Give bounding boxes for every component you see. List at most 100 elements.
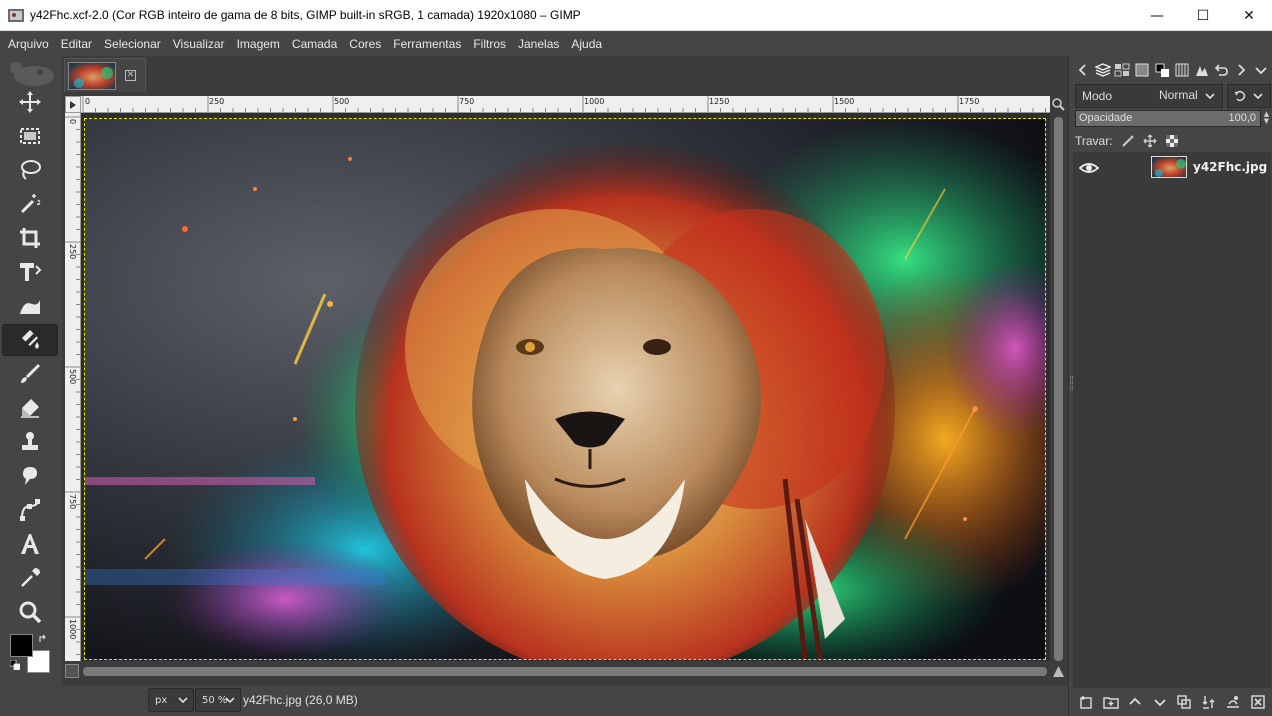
fuzzy-select-tool[interactable] xyxy=(2,188,58,220)
warp-transform-tool[interactable] xyxy=(2,290,58,322)
menu-cores[interactable]: Cores xyxy=(343,37,387,51)
menu-camada[interactable]: Camada xyxy=(286,37,343,51)
swap-colors-icon[interactable] xyxy=(38,634,48,644)
status-file-info: y42Fhc.jpg (26,0 MB) xyxy=(243,693,358,707)
chevron-right-icon xyxy=(1238,64,1246,76)
minimize-button[interactable]: — xyxy=(1134,0,1180,31)
dock-tab-layers[interactable] xyxy=(1093,60,1113,80)
vruler-label-250: 250 xyxy=(68,244,77,260)
layer-mode-selector[interactable]: Modo xyxy=(1075,84,1223,108)
maximize-button[interactable]: ☐ xyxy=(1180,0,1226,31)
rect-select-tool[interactable] xyxy=(2,120,58,152)
lower-layer-button[interactable] xyxy=(1151,693,1169,711)
lion-artwork-image xyxy=(85,119,1045,659)
delete-layer-button[interactable] xyxy=(1249,693,1267,711)
horizontal-scrollbar-thumb[interactable] xyxy=(83,667,1047,676)
smudge-tool[interactable] xyxy=(2,460,58,492)
menu-imagem[interactable]: Imagem xyxy=(231,37,286,51)
new-layer-icon xyxy=(1080,696,1092,709)
maximize-icon: ☐ xyxy=(1196,7,1210,24)
zoom-selector[interactable]: 50 % xyxy=(195,688,241,712)
unified-transform-tool[interactable] xyxy=(2,256,58,288)
menu-ferramentas[interactable]: Ferramentas xyxy=(387,37,467,51)
dock-configure-menu[interactable] xyxy=(1251,60,1271,80)
duplicate-layer-button[interactable] xyxy=(1175,693,1193,711)
menu-ajuda[interactable]: Ajuda xyxy=(565,37,608,51)
hruler-label-750: 750 xyxy=(459,97,475,106)
new-layer-button[interactable] xyxy=(1077,693,1095,711)
layer-row[interactable]: y42Fhc.jpg xyxy=(1073,154,1271,182)
new-layer-group-button[interactable] xyxy=(1102,693,1120,711)
dock-tab-brushes[interactable] xyxy=(1172,60,1192,80)
merge-layer-button[interactable] xyxy=(1200,693,1218,711)
paths-tool[interactable] xyxy=(2,494,58,526)
paintbrush-icon xyxy=(21,363,41,383)
quick-mask-toggle[interactable] xyxy=(65,664,79,678)
vertical-ruler-ticks xyxy=(65,116,80,655)
opacity-slider[interactable]: Opacidade 100,0 xyxy=(1075,110,1261,127)
dock-tabs-scroll-left[interactable] xyxy=(1073,60,1093,80)
menu-visualizar[interactable]: Visualizar xyxy=(167,37,231,51)
crop-tool[interactable] xyxy=(2,222,58,254)
lock-row: Travar: xyxy=(1075,132,1179,150)
dock-tab-paths[interactable] xyxy=(1132,60,1152,80)
image-tab[interactable]: ✕ xyxy=(64,58,146,92)
hruler-label-1500: 1500 xyxy=(834,97,855,106)
canvas[interactable] xyxy=(81,113,1050,661)
default-colors-icon[interactable] xyxy=(10,660,20,670)
dock-tab-undo[interactable] xyxy=(1212,60,1232,80)
text-tool[interactable] xyxy=(2,528,58,560)
lock-alpha-checker-icon[interactable] xyxy=(1165,134,1179,148)
dock-tabs xyxy=(1073,58,1271,82)
dock-tab-colormap[interactable] xyxy=(1152,60,1172,80)
bucket-fill-tool[interactable] xyxy=(2,324,58,356)
rect-select-icon xyxy=(20,128,40,144)
composite-mode-button[interactable] xyxy=(1227,84,1271,108)
chevron-down-icon xyxy=(225,697,235,704)
move-tool[interactable] xyxy=(2,86,58,118)
dock-tab-histogram[interactable] xyxy=(1192,60,1212,80)
title-bar: y42Fhc.xcf-2.0 (Cor RGB inteiro de gama … xyxy=(0,0,1272,31)
add-mask-button[interactable] xyxy=(1224,693,1242,711)
horizontal-ruler[interactable]: 0 250 500 750 1000 1250 1500 1750 xyxy=(81,96,1050,113)
eraser-tool[interactable] xyxy=(2,392,58,424)
vertical-scrollbar[interactable] xyxy=(1051,113,1066,661)
paintbrush-tool[interactable] xyxy=(2,358,58,390)
lasso-tool[interactable] xyxy=(2,154,58,186)
menu-editar[interactable]: Editar xyxy=(55,37,98,51)
menu-selecionar[interactable]: Selecionar xyxy=(98,37,167,51)
color-picker-tool[interactable] xyxy=(2,562,58,594)
vertical-ruler[interactable]: 0 250 500 750 1000 xyxy=(65,113,81,661)
opacity-spin-buttons[interactable]: ▲ ▼ xyxy=(1262,111,1271,126)
dock-tab-channels[interactable] xyxy=(1113,60,1133,80)
ruler-menu-button[interactable] xyxy=(65,96,81,113)
wilber-mascot-icon xyxy=(10,62,54,86)
horizontal-scrollbar[interactable] xyxy=(81,664,1050,678)
navigate-icon xyxy=(1053,666,1064,677)
clone-tool[interactable] xyxy=(2,426,58,458)
unit-selector[interactable]: px xyxy=(148,688,194,712)
layer-name: y42Fhc.jpg xyxy=(1193,160,1268,174)
close-window-button[interactable]: ✕ xyxy=(1226,0,1272,31)
close-image-tab-button[interactable]: ✕ xyxy=(125,70,136,81)
reset-icon xyxy=(1234,90,1246,102)
horizontal-ruler-ticks xyxy=(82,96,1046,112)
menu-filtros[interactable]: Filtros xyxy=(467,37,512,51)
raise-layer-button[interactable] xyxy=(1126,693,1144,711)
vruler-label-1000: 1000 xyxy=(68,619,77,640)
lock-pixels-brush-icon[interactable] xyxy=(1121,134,1135,148)
foreground-color-swatch[interactable] xyxy=(10,634,33,657)
undo-history-icon xyxy=(1215,64,1229,76)
eye-visibility-icon[interactable] xyxy=(1079,159,1099,177)
vruler-label-0: 0 xyxy=(68,119,77,125)
layers-dock: Modo Normal Opacidade 100,0 ▲▼ Travar: xyxy=(1068,56,1272,716)
vertical-scrollbar-thumb[interactable] xyxy=(1054,117,1063,661)
image-layer-lion[interactable] xyxy=(84,118,1046,660)
zoom-tool[interactable] xyxy=(2,596,58,628)
menu-arquivo[interactable]: Arquivo xyxy=(2,37,55,51)
menu-janelas[interactable]: Janelas xyxy=(512,37,565,51)
lock-position-move-icon[interactable] xyxy=(1143,134,1157,148)
dock-tabs-scroll-right[interactable] xyxy=(1231,60,1251,80)
zoom-on-resize-button[interactable] xyxy=(1051,96,1066,113)
navigate-button[interactable] xyxy=(1051,664,1066,679)
